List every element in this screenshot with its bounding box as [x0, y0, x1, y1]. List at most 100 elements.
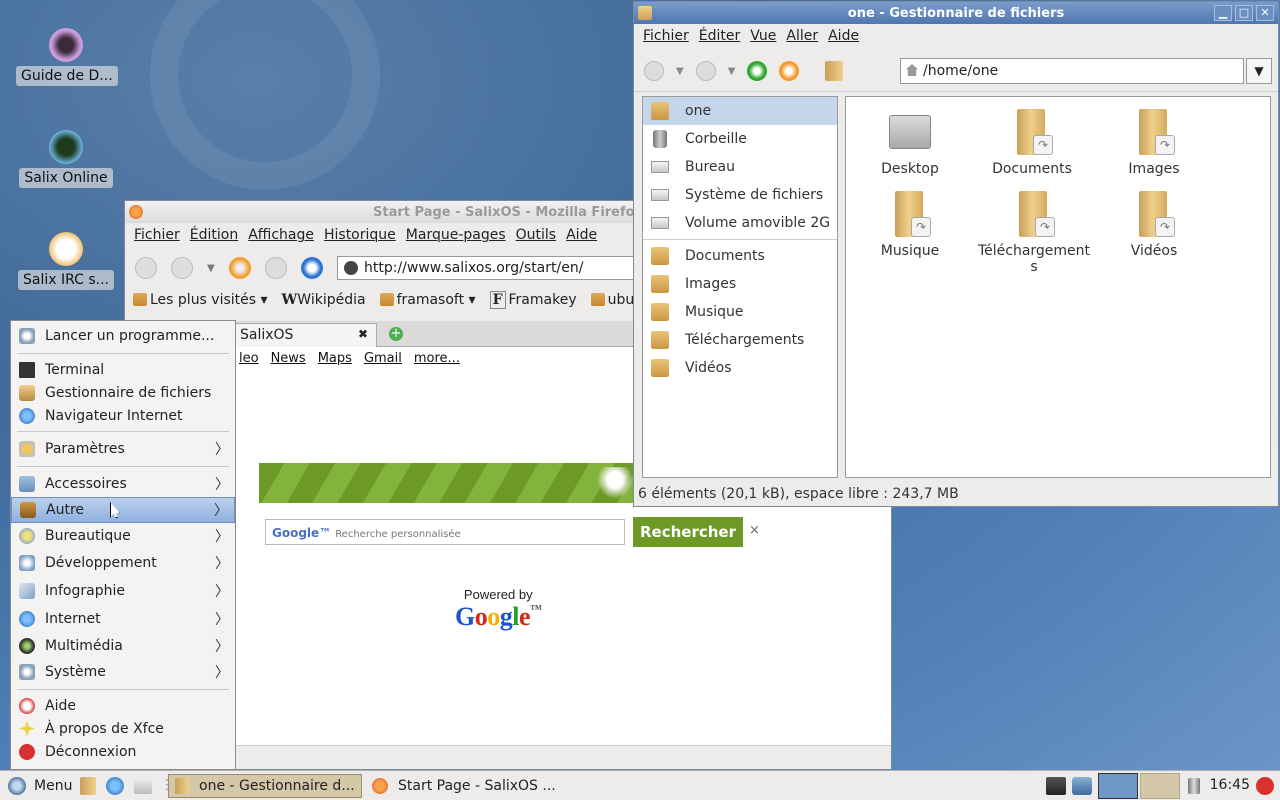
sidebar-item-musique[interactable]: Musique: [643, 298, 837, 326]
desktop-icon-salix-online[interactable]: Salix Online: [16, 130, 116, 188]
sidebar-item-one[interactable]: one: [643, 97, 837, 125]
forward-icon[interactable]: [171, 257, 193, 279]
file-item-documents[interactable]: ↷ Documents: [972, 99, 1092, 177]
link-gmail[interactable]: Gmail: [364, 351, 402, 366]
menu-category-multimedia[interactable]: Multimédia 〉: [11, 633, 235, 659]
menu-aide[interactable]: Aide: [561, 227, 602, 243]
url-input[interactable]: http://www.salixos.org/start/en/: [337, 256, 637, 280]
open-location-icon[interactable]: [825, 61, 844, 81]
bookmark-framakey[interactable]: F Framakey: [489, 291, 577, 309]
sidebar-item-bureau[interactable]: Bureau: [643, 153, 837, 181]
workspace-1[interactable]: [1098, 773, 1138, 799]
power-icon[interactable]: [1256, 777, 1274, 795]
update-notifier-icon[interactable]: [1072, 777, 1092, 795]
menu-aide[interactable]: Aide: [823, 28, 864, 44]
file-item-images[interactable]: ↷ Images: [1094, 99, 1214, 177]
file-item-label: Musique: [880, 243, 940, 259]
history-dropdown-icon[interactable]: ▼: [207, 263, 215, 274]
sidebar-item-videos[interactable]: Vidéos: [643, 354, 837, 382]
minimize-icon[interactable]: ▁: [1214, 5, 1232, 21]
home-icon[interactable]: [300, 257, 323, 279]
file-item-desktop[interactable]: Desktop: [850, 99, 970, 177]
menu-item-label: Paramètres: [45, 441, 125, 457]
menu-aller[interactable]: Aller: [781, 28, 823, 44]
taskbar-menu-button[interactable]: Menu: [2, 774, 76, 798]
tab-salixos[interactable]: SalixOS ✖: [231, 323, 377, 347]
back-icon[interactable]: [135, 257, 157, 279]
desktop-icon-guide[interactable]: Guide de D...: [16, 28, 118, 86]
bookmark-wikipedia[interactable]: WWikipédia: [282, 292, 366, 308]
menu-logout[interactable]: Déconnexion: [11, 740, 235, 763]
bookmark-framasoft[interactable]: framasoft ▾: [379, 292, 476, 308]
stop-icon[interactable]: [264, 257, 287, 279]
forward-icon[interactable]: [695, 61, 716, 81]
file-item-telechargements[interactable]: ↷ Téléchargements: [972, 181, 1096, 275]
network-icon[interactable]: [1046, 777, 1066, 795]
link-news[interactable]: News: [271, 351, 306, 366]
launcher-mail-icon[interactable]: [134, 778, 152, 794]
sidebar-item-telechargements[interactable]: Téléchargements: [643, 326, 837, 354]
close-tab-icon[interactable]: ✖: [358, 327, 368, 341]
menu-edition[interactable]: Édition: [185, 227, 243, 243]
sidebar-item-documents[interactable]: Documents: [643, 242, 837, 270]
launcher-browser-icon[interactable]: [106, 777, 124, 795]
menu-category-internet[interactable]: Internet 〉: [11, 605, 235, 633]
custom-search-input[interactable]: Google™ Recherche personnalisée: [265, 519, 625, 545]
workspace-2[interactable]: [1140, 773, 1180, 799]
sidebar-item-images[interactable]: Images: [643, 270, 837, 298]
reload-icon[interactable]: [228, 257, 251, 279]
launcher-file-manager-icon[interactable]: [80, 777, 96, 795]
menu-marque-pages[interactable]: Marque-pages: [401, 227, 511, 243]
salix-online-icon: [49, 130, 83, 164]
parent-folder-icon[interactable]: [747, 61, 768, 81]
menu-editer[interactable]: Éditer: [694, 28, 745, 44]
link-more[interactable]: more...: [414, 351, 460, 366]
back-history-icon[interactable]: ▼: [676, 66, 684, 77]
menu-terminal[interactable]: Terminal: [11, 358, 235, 381]
link-maps[interactable]: Maps: [318, 351, 352, 366]
removable-drive-icon[interactable]: [1188, 778, 1200, 794]
new-tab-icon[interactable]: +: [389, 327, 403, 341]
back-icon[interactable]: [644, 61, 664, 81]
desktop-icon-salix-irc[interactable]: Salix IRC s...: [16, 232, 116, 290]
menu-fichier[interactable]: Fichier: [129, 227, 185, 243]
file-item-musique[interactable]: ↷ Musique: [850, 181, 970, 259]
home-folder-icon[interactable]: [779, 61, 800, 81]
task-file-manager[interactable]: one - Gestionnaire d...: [168, 774, 362, 798]
menu-category-bureautique[interactable]: Bureautique 〉: [11, 523, 235, 549]
file-manager-titlebar[interactable]: one - Gestionnaire de fichiers ▁ □ ✕: [634, 2, 1278, 24]
menu-item-label: Aide: [45, 697, 76, 714]
menu-fichier[interactable]: Fichier: [638, 28, 694, 44]
search-button[interactable]: Rechercher: [633, 517, 743, 547]
menu-about-xfce[interactable]: À propos de Xfce: [11, 717, 235, 740]
sidebar-item-volume[interactable]: Volume amovible 2G: [643, 209, 837, 237]
menu-historique[interactable]: Historique: [319, 227, 401, 243]
menu-category-infographie[interactable]: Infographie 〉: [11, 577, 235, 605]
menu-settings[interactable]: Paramètres 〉: [11, 436, 235, 462]
location-dropdown-icon[interactable]: ▼: [1246, 58, 1272, 84]
forward-history-icon[interactable]: ▼: [728, 66, 736, 77]
maximize-icon[interactable]: □: [1235, 5, 1253, 21]
file-item-videos[interactable]: ↷ Vidéos: [1094, 181, 1214, 259]
menu-category-developpement[interactable]: Développement 〉: [11, 549, 235, 577]
menu-run-program[interactable]: Lancer un programme...: [11, 323, 235, 349]
menu-vue[interactable]: Vue: [745, 28, 781, 44]
salix-banner: [259, 463, 639, 503]
menu-category-autre[interactable]: Autre 〉: [11, 497, 235, 523]
close-icon[interactable]: ✕: [1256, 5, 1274, 21]
link-video[interactable]: leo: [239, 351, 259, 366]
menu-outils[interactable]: Outils: [511, 227, 561, 243]
menu-web-browser[interactable]: Navigateur Internet: [11, 404, 235, 427]
menu-category-accessoires[interactable]: Accessoires 〉: [11, 471, 235, 497]
clear-search-icon[interactable]: ×: [749, 523, 760, 538]
task-firefox[interactable]: Start Page - SalixOS ...: [366, 774, 560, 798]
sidebar-item-systeme[interactable]: Système de fichiers: [643, 181, 837, 209]
menu-help[interactable]: Aide: [11, 694, 235, 717]
sidebar-item-corbeille[interactable]: Corbeille: [643, 125, 837, 153]
location-input[interactable]: /home/one: [900, 58, 1244, 84]
bookmark-most-visited[interactable]: Les plus visités ▾: [133, 292, 268, 308]
menu-file-manager[interactable]: Gestionnaire de fichiers: [11, 381, 235, 404]
menu-category-systeme[interactable]: Système 〉: [11, 659, 235, 685]
clock[interactable]: 16:45: [1210, 777, 1250, 793]
menu-affichage[interactable]: Affichage: [243, 227, 319, 243]
